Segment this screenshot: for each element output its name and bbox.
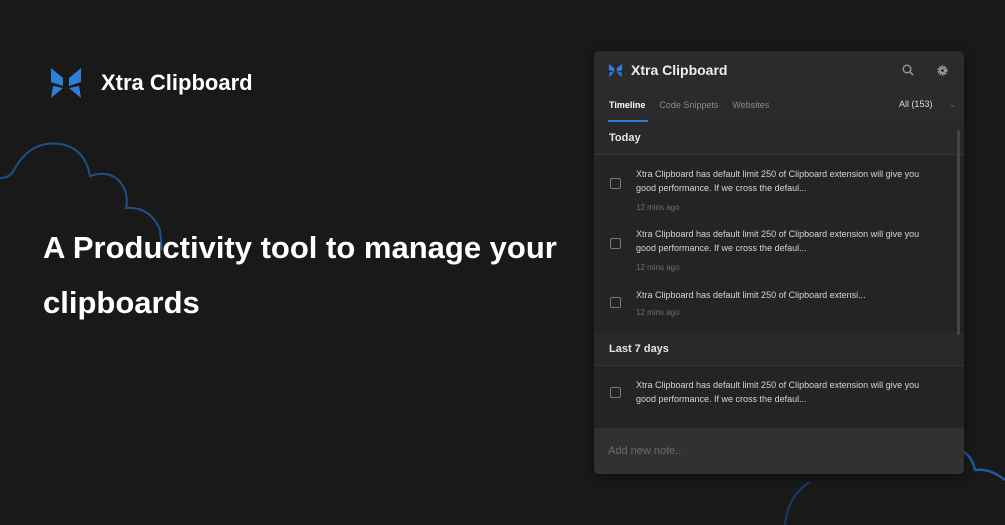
timestamp: 12 mins ago bbox=[636, 203, 680, 212]
clip-text: Xtra Clipboard has default limit 250 of … bbox=[636, 229, 920, 253]
clip-text: Xtra Clipboard has default limit 250 of … bbox=[636, 380, 920, 404]
extension-popup: Xtra Clipboard Timeline Code Snippets We… bbox=[594, 51, 964, 474]
popup-title: Xtra Clipboard bbox=[631, 62, 728, 78]
gear-icon[interactable] bbox=[934, 62, 950, 78]
checkbox[interactable] bbox=[610, 178, 621, 189]
clip-text: Xtra Clipboard has default limit 250 of … bbox=[636, 169, 920, 193]
clip-list: Today Xtra Clipboard has default limit 2… bbox=[594, 122, 964, 428]
logo-icon bbox=[608, 63, 623, 77]
tab-websites[interactable]: Websites bbox=[725, 100, 776, 122]
chevron-down-icon: ⌄ bbox=[948, 99, 956, 109]
scrollbar[interactable] bbox=[957, 130, 960, 335]
tab-timeline[interactable]: Timeline bbox=[602, 100, 652, 122]
tab-bar: Timeline Code Snippets Websites All (153… bbox=[594, 89, 964, 122]
list-item[interactable]: Xtra Clipboard has default limit 250 of … bbox=[594, 283, 964, 333]
note-bar bbox=[594, 428, 964, 474]
filter-dropdown[interactable]: All (153) ⌄ bbox=[899, 99, 956, 122]
timestamp: 12 mins ago bbox=[636, 263, 680, 272]
list-item[interactable]: Xtra Clipboard has default limit 250 of … bbox=[594, 366, 964, 406]
headline: A Productivity tool to manage your clipb… bbox=[43, 230, 557, 320]
logo-icon bbox=[51, 68, 81, 98]
checkbox[interactable] bbox=[610, 297, 621, 308]
brand: Xtra Clipboard bbox=[49, 66, 253, 100]
section-header: Last 7 days bbox=[594, 333, 964, 366]
checkbox[interactable] bbox=[610, 386, 621, 398]
popup-header: Xtra Clipboard bbox=[594, 51, 964, 89]
tab-code-snippets[interactable]: Code Snippets bbox=[652, 100, 725, 122]
brand-name: Xtra Clipboard bbox=[101, 70, 253, 95]
clip-text: Xtra Clipboard has default limit 250 of … bbox=[636, 290, 866, 300]
timestamp: 12 mins ago bbox=[636, 308, 680, 317]
list-item[interactable]: Xtra Clipboard has default limit 250 of … bbox=[594, 219, 964, 283]
search-icon[interactable] bbox=[900, 62, 916, 78]
checkbox[interactable] bbox=[610, 238, 621, 249]
filter-label: All (153) bbox=[898, 99, 933, 109]
section-header: Today bbox=[594, 122, 964, 155]
list-item[interactable]: Xtra Clipboard has default limit 250 of … bbox=[594, 155, 964, 219]
add-note-input[interactable] bbox=[608, 445, 938, 457]
